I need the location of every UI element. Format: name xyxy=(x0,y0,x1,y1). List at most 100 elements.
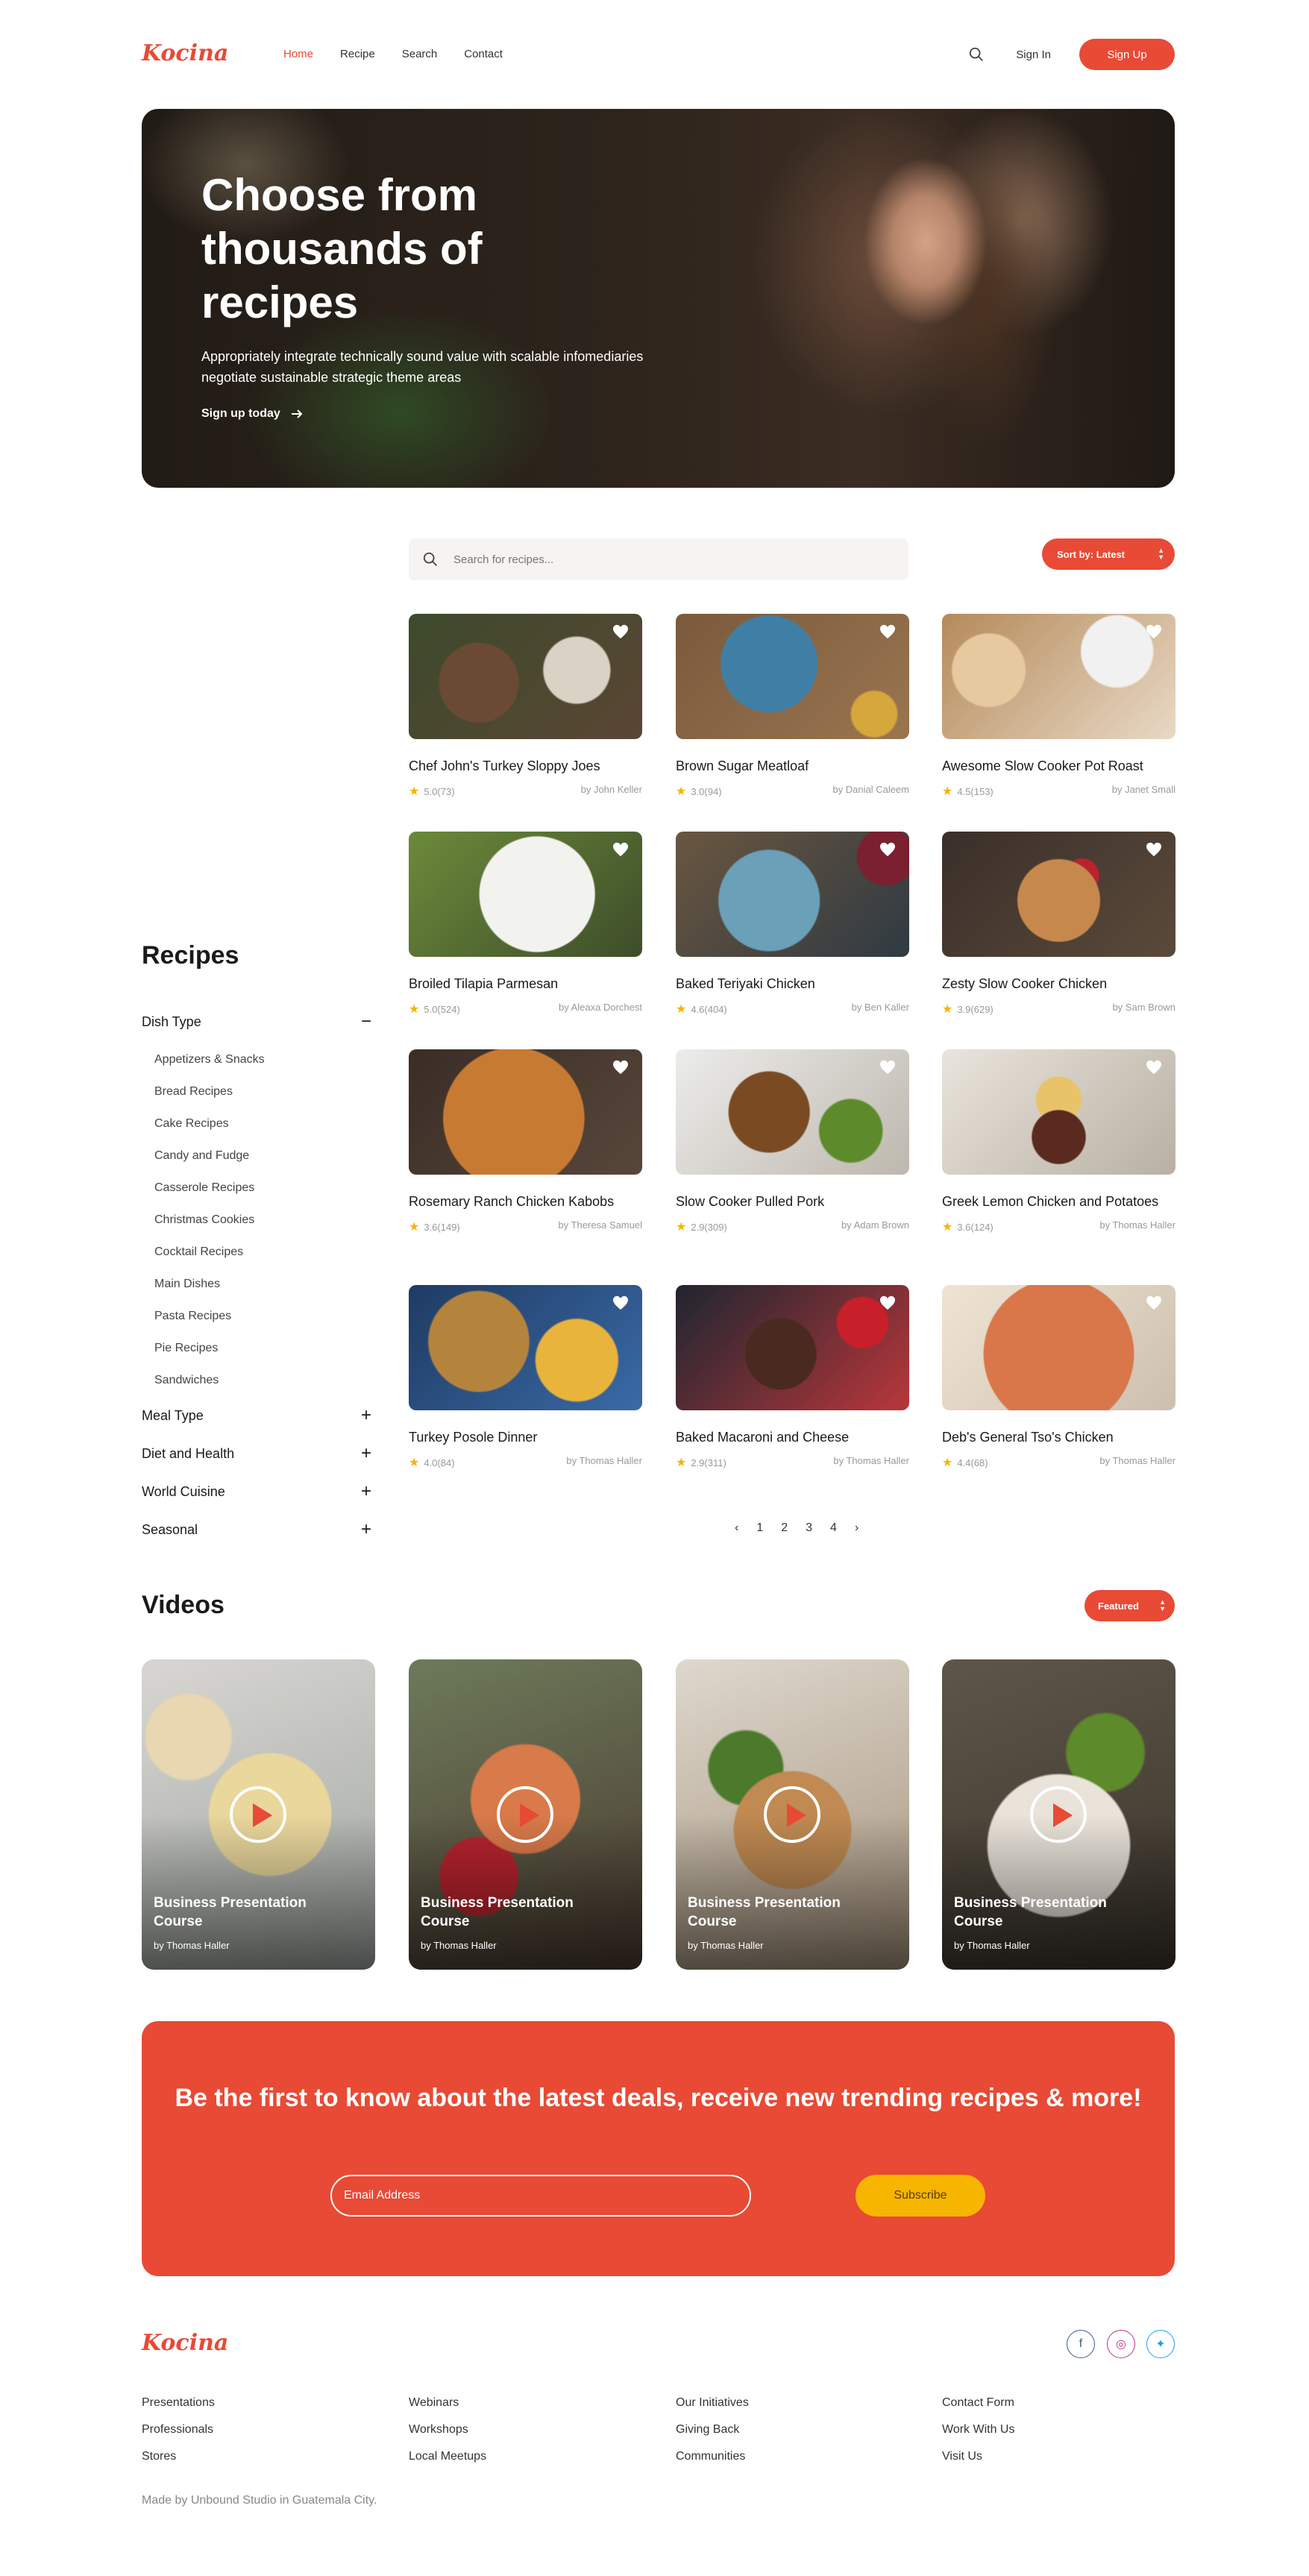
expand-icon[interactable]: + xyxy=(361,1405,371,1426)
nav-home[interactable]: Home xyxy=(283,48,313,60)
play-icon[interactable] xyxy=(497,1786,553,1843)
footer-link[interactable]: Giving Back xyxy=(676,2422,749,2449)
nav-recipe[interactable]: Recipe xyxy=(340,48,375,60)
heart-icon[interactable] xyxy=(612,842,629,857)
recipe-title[interactable]: Broiled Tilapia Parmesan xyxy=(409,975,642,993)
footer-link[interactable]: Visit Us xyxy=(942,2449,1014,2476)
heart-icon[interactable] xyxy=(1146,1295,1162,1310)
recipe-card[interactable]: Slow Cooker Pulled Pork ★ 2.9(309) by Adam … xyxy=(676,1049,909,1234)
recipe-image[interactable] xyxy=(409,614,642,739)
filter-option[interactable]: Cocktail Recipes xyxy=(154,1245,243,1259)
expand-icon[interactable]: + xyxy=(361,1443,371,1464)
footer-link[interactable]: Local Meetups xyxy=(409,2449,486,2476)
logo[interactable]: Kocina xyxy=(142,40,228,66)
search-icon[interactable] xyxy=(968,46,985,63)
filter-meal-type[interactable]: Meal Type + xyxy=(142,1405,371,1427)
play-icon[interactable] xyxy=(1030,1786,1087,1843)
sign-up-button[interactable]: Sign Up xyxy=(1079,39,1175,70)
footer-link[interactable]: Professionals xyxy=(142,2422,215,2449)
heart-icon[interactable] xyxy=(1146,842,1162,857)
filter-dish-type[interactable]: Dish Type − xyxy=(142,1011,371,1034)
recipe-title[interactable]: Awesome Slow Cooker Pot Roast xyxy=(942,757,1175,775)
filter-option[interactable]: Christmas Cookies xyxy=(154,1213,254,1227)
page-3[interactable]: 3 xyxy=(806,1521,812,1535)
recipe-card[interactable]: Brown Sugar Meatloaf ★ 3.0(94) by Danial Ca… xyxy=(676,614,909,799)
heart-icon[interactable] xyxy=(879,1295,896,1310)
footer-link[interactable]: Our Initiatives xyxy=(676,2396,749,2422)
filter-option[interactable]: Bread Recipes xyxy=(154,1085,233,1099)
recipe-image[interactable] xyxy=(942,1049,1175,1175)
email-input[interactable] xyxy=(330,2175,751,2217)
video-card[interactable]: Business Presentation Course by Thomas Ha… xyxy=(142,1659,375,1970)
videos-filter-dropdown[interactable]: Featured ▲ ▼ xyxy=(1084,1590,1175,1621)
filter-option[interactable]: Main Dishes xyxy=(154,1278,220,1291)
heart-icon[interactable] xyxy=(879,624,896,639)
recipe-image[interactable] xyxy=(409,1285,642,1410)
play-icon[interactable] xyxy=(230,1786,286,1843)
recipe-card[interactable]: Greek Lemon Chicken and Potatoes ★ 3.6(124… xyxy=(942,1049,1175,1234)
filter-world-cuisine[interactable]: World Cuisine + xyxy=(142,1481,371,1504)
filter-option[interactable]: Pie Recipes xyxy=(154,1342,218,1355)
filter-option[interactable]: Cake Recipes xyxy=(154,1117,229,1131)
expand-icon[interactable]: + xyxy=(361,1519,371,1540)
sort-dropdown[interactable]: Sort by: Latest ▲ ▼ xyxy=(1042,538,1175,570)
collapse-icon[interactable]: − xyxy=(361,1011,371,1032)
recipe-image[interactable] xyxy=(942,832,1175,957)
page-1[interactable]: 1 xyxy=(756,1521,763,1535)
recipe-image[interactable] xyxy=(676,1285,909,1410)
filter-diet-health[interactable]: Diet and Health + xyxy=(142,1443,371,1466)
page-4[interactable]: 4 xyxy=(830,1521,837,1535)
video-card[interactable]: Business Presentation Course by Thomas Ha… xyxy=(942,1659,1175,1970)
video-card[interactable]: Business Presentation Course by Thomas Ha… xyxy=(409,1659,642,1970)
heart-icon[interactable] xyxy=(612,1295,629,1310)
recipe-card[interactable]: Deb's General Tso's Chicken ★ 4.4(68) by Th… xyxy=(942,1285,1175,1470)
heart-icon[interactable] xyxy=(879,842,896,857)
nav-search[interactable]: Search xyxy=(402,48,438,60)
filter-option[interactable]: Candy and Fudge xyxy=(154,1149,249,1163)
recipe-title[interactable]: Chef John's Turkey Sloppy Joes xyxy=(409,757,642,775)
expand-icon[interactable]: + xyxy=(361,1481,371,1502)
recipe-search-input[interactable] xyxy=(453,553,871,566)
recipe-title[interactable]: Brown Sugar Meatloaf xyxy=(676,757,909,775)
recipe-image[interactable] xyxy=(942,1285,1175,1410)
recipe-card[interactable]: Baked Teriyaki Chicken ★ 4.6(404) by Ben Ka… xyxy=(676,832,909,1017)
recipe-title[interactable]: Greek Lemon Chicken and Potatoes xyxy=(942,1193,1175,1210)
prev-page-icon[interactable]: ‹ xyxy=(735,1521,738,1535)
footer-link[interactable]: Communities xyxy=(676,2449,749,2476)
recipe-title[interactable]: Rosemary Ranch Chicken Kabobs xyxy=(409,1193,642,1210)
footer-link[interactable]: Webinars xyxy=(409,2396,486,2422)
footer-link[interactable]: Contact Form xyxy=(942,2396,1014,2422)
heart-icon[interactable] xyxy=(1146,1060,1162,1075)
recipe-image[interactable] xyxy=(409,832,642,957)
recipe-card[interactable]: Zesty Slow Cooker Chicken ★ 3.9(629) by Sam… xyxy=(942,832,1175,1017)
recipe-title[interactable]: Zesty Slow Cooker Chicken xyxy=(942,975,1175,993)
recipe-card[interactable]: Rosemary Ranch Chicken Kabobs ★ 3.6(149) by… xyxy=(409,1049,642,1234)
footer-logo[interactable]: Kocina xyxy=(142,2330,228,2356)
recipe-card[interactable]: Broiled Tilapia Parmesan ★ 5.0(524) by Alea… xyxy=(409,832,642,1017)
recipe-image[interactable] xyxy=(676,614,909,739)
recipe-title[interactable]: Deb's General Tso's Chicken xyxy=(942,1428,1175,1446)
heart-icon[interactable] xyxy=(612,624,629,639)
recipe-title[interactable]: Baked Macaroni and Cheese xyxy=(676,1428,909,1446)
filter-option[interactable]: Casserole Recipes xyxy=(154,1181,254,1195)
recipe-image[interactable] xyxy=(409,1049,642,1175)
video-card[interactable]: Business Presentation Course by Thomas Ha… xyxy=(676,1659,909,1970)
filter-option[interactable]: Pasta Recipes xyxy=(154,1310,231,1323)
facebook-icon[interactable]: f xyxy=(1067,2330,1095,2358)
twitter-icon[interactable]: ✦ xyxy=(1146,2330,1175,2358)
filter-option[interactable]: Sandwiches xyxy=(154,1374,219,1387)
heart-icon[interactable] xyxy=(1146,624,1162,639)
hero-cta-link[interactable]: Sign up today xyxy=(201,407,303,421)
heart-icon[interactable] xyxy=(879,1060,896,1075)
footer-link[interactable]: Work With Us xyxy=(942,2422,1014,2449)
nav-contact[interactable]: Contact xyxy=(464,48,503,60)
recipe-image[interactable] xyxy=(942,614,1175,739)
recipe-image[interactable] xyxy=(676,832,909,957)
next-page-icon[interactable]: › xyxy=(855,1521,858,1535)
filter-seasonal[interactable]: Seasonal + xyxy=(142,1519,371,1542)
recipe-card[interactable]: Awesome Slow Cooker Pot Roast ★ 4.5(153) by… xyxy=(942,614,1175,799)
recipe-title[interactable]: Turkey Posole Dinner xyxy=(409,1428,642,1446)
recipe-card[interactable]: Baked Macaroni and Cheese ★ 2.9(311) by Tho… xyxy=(676,1285,909,1470)
footer-link[interactable]: Workshops xyxy=(409,2422,486,2449)
heart-icon[interactable] xyxy=(612,1060,629,1075)
